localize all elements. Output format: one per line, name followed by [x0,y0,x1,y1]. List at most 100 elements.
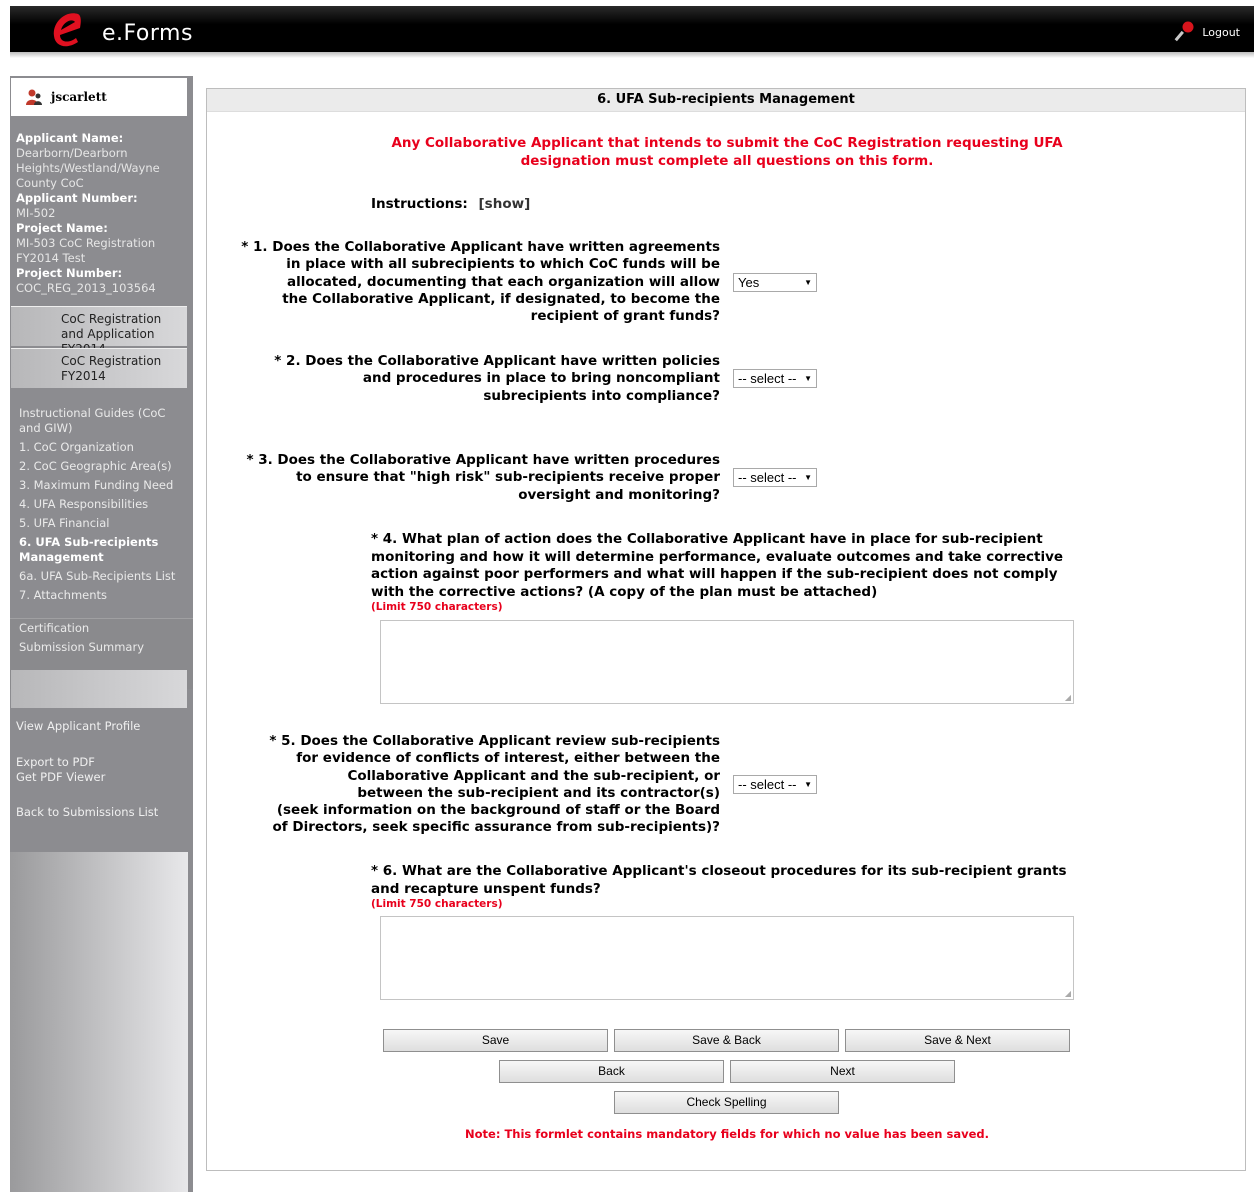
nav-item-ufa-responsibilities[interactable]: 4. UFA Responsibilities [19,495,189,514]
back-button[interactable]: Back [499,1060,724,1083]
save-back-button[interactable]: Save & Back [614,1029,839,1052]
sidebar-links: View Applicant Profile Export to PDF Get… [16,719,188,820]
project-name-label: Project Name: [16,221,108,235]
question-6: * 6. What are the Collaborative Applican… [371,863,1081,910]
username: jscarlett [51,90,107,104]
question-5-line: for evidence of conflicts of interest, e… [296,750,720,767]
question-2: * 2. Does the Collaborative Applicant ha… [274,353,720,405]
applicant-info: Applicant Name: Dearborn/Dearborn Height… [16,131,186,296]
nav-item-geographic-areas[interactable]: 2. CoC Geographic Area(s) [19,457,189,476]
question-5-select[interactable]: -- select -- ▼ [733,775,817,794]
question-3: * 3. Does the Collaborative Applicant ha… [246,452,720,504]
question-1-select[interactable]: Yes ▼ [733,273,817,292]
sidebar-box-registration-application[interactable]: CoC Registration and Application FY2014 [11,306,187,356]
user-box: jscarlett [11,78,187,116]
question-3-selected-value: -- select -- [738,470,797,485]
question-6-text: * 6. What are the Collaborative Applican… [371,863,1067,897]
nav-item-ufa-sub-recipients-list[interactable]: 6a. UFA Sub-Recipients List [19,567,189,586]
back-to-submissions-link[interactable]: Back to Submissions List [16,805,188,820]
instructions-label: Instructions: [371,196,468,212]
question-4: * 4. What plan of action does the Collab… [371,531,1081,613]
chevron-down-icon: ▼ [804,374,812,383]
question-2-line: subrecipients into compliance? [483,387,720,404]
question-5-line: of Directors, seek specific assurance fr… [272,819,720,836]
form-nav: Instructional Guides (CoC and GIW) 1. Co… [19,404,189,605]
sidebar-bottom-edge [188,852,193,1192]
question-5: * 5. Does the Collaborative Applicant re… [269,733,720,837]
question-3-line: * 3. Does the Collaborative Applicant ha… [246,452,720,468]
view-applicant-profile-link[interactable]: View Applicant Profile [16,719,188,734]
question-6-textarea[interactable]: ◢ [380,916,1074,1000]
project-name: MI-503 CoC Registration FY2014 Test [16,236,156,265]
question-3-select[interactable]: -- select -- ▼ [733,468,817,487]
resize-grip-icon[interactable]: ◢ [1065,693,1071,702]
ufa-warning: Any Collaborative Applicant that intends… [207,134,1247,170]
user-icon [26,89,42,105]
question-1-line: recipient of grant funds? [530,308,720,325]
page-title: 6. UFA Sub-recipients Management [207,89,1245,112]
nav-item-attachments[interactable]: 7. Attachments [19,586,189,605]
question-5-selected-value: -- select -- [738,777,797,792]
header-shadow [10,52,1254,58]
applicant-name-label: Applicant Name: [16,131,124,145]
chevron-down-icon: ▼ [804,473,812,482]
export-to-pdf-link[interactable]: Export to PDF [16,755,188,770]
sidebar: jscarlett Applicant Name: Dearborn/Dearb… [10,76,193,1192]
question-1: * 1. Does the Collaborative Applicant ha… [241,239,720,325]
question-1-line: allocated, documenting that each organiz… [287,273,720,290]
mandatory-fields-note: Note: This formlet contains mandatory fi… [465,1127,989,1141]
question-2-line: and procedures in place to bring noncomp… [362,370,720,387]
question-3-line: oversight and monitoring? [518,486,720,503]
project-number: COC_REG_2013_103564 [16,281,156,295]
applicant-number-label: Applicant Number: [16,191,138,205]
nav-item-ufa-financial[interactable]: 5. UFA Financial [19,514,189,533]
question-5-line: Collaborative Applicant and the sub-reci… [347,767,720,784]
question-1-selected-value: Yes [738,275,760,290]
get-pdf-viewer-link[interactable]: Get PDF Viewer [16,770,188,785]
form-panel: 6. UFA Sub-recipients Management Any Col… [206,88,1246,1171]
resize-grip-icon[interactable]: ◢ [1065,989,1071,998]
sidebar-spacer-box [11,670,187,708]
chevron-down-icon: ▼ [804,278,812,287]
question-4-text: * 4. What plan of action does the Collab… [371,531,1064,600]
question-4-textarea[interactable]: ◢ [380,620,1074,704]
nav-item-instructional-guides[interactable]: Instructional Guides (CoC and GIW) [19,404,189,438]
save-next-button[interactable]: Save & Next [845,1029,1070,1052]
question-5-line: between the sub-recipient and its contra… [357,784,720,801]
question-5-line: * 5. Does the Collaborative Applicant re… [269,733,720,749]
project-number-label: Project Number: [16,266,123,280]
question-1-line: in place with all subrecipients to which… [286,256,720,273]
top-header: e.Forms Logout [10,6,1254,52]
logout-button[interactable]: Logout [1174,20,1240,44]
sidebar-box-registration[interactable]: CoC Registration FY2014 [11,348,187,388]
logout-label: Logout [1202,25,1240,39]
next-button[interactable]: Next [730,1060,955,1083]
question-4-limit: (Limit 750 characters) [371,601,503,613]
chevron-down-icon: ▼ [804,780,812,789]
sidebar-bottom-panel [10,852,188,1192]
instructions: Instructions: [show] [371,196,530,212]
nav-item-submission-summary[interactable]: Submission Summary [10,638,193,657]
question-5-line: (seek information on the background of s… [276,802,720,819]
ufa-warning-line-2: designation must complete all questions … [520,153,934,169]
question-1-line: * 1. Does the Collaborative Applicant ha… [241,239,720,255]
question-2-selected-value: -- select -- [738,371,797,386]
ufa-warning-line-1: Any Collaborative Applicant that intends… [391,135,1063,151]
app-name: e.Forms [102,21,193,46]
instructions-show-link[interactable]: [show] [479,196,531,212]
nav-item-coc-organization[interactable]: 1. CoC Organization [19,438,189,457]
question-2-line: * 2. Does the Collaborative Applicant ha… [274,353,720,369]
applicant-number: MI-502 [16,206,56,220]
check-spelling-button[interactable]: Check Spelling [614,1091,839,1114]
question-1-line: the Collaborative Applicant, if designat… [282,290,720,307]
key-icon [1174,21,1194,42]
eforms-logo-icon [53,13,81,47]
applicant-name: Dearborn/Dearborn Heights/Westland/Wayne… [16,146,160,190]
nav-item-maximum-funding[interactable]: 3. Maximum Funding Need [19,476,189,495]
nav-item-certification[interactable]: Certification [10,619,193,638]
question-3-line: to ensure that "high risk" sub-recipient… [296,469,720,486]
question-6-limit: (Limit 750 characters) [371,898,503,910]
nav-item-ufa-sub-recipients-management[interactable]: 6. UFA Sub-recipients Management [19,533,189,567]
question-2-select[interactable]: -- select -- ▼ [733,369,817,388]
save-button[interactable]: Save [383,1029,608,1052]
